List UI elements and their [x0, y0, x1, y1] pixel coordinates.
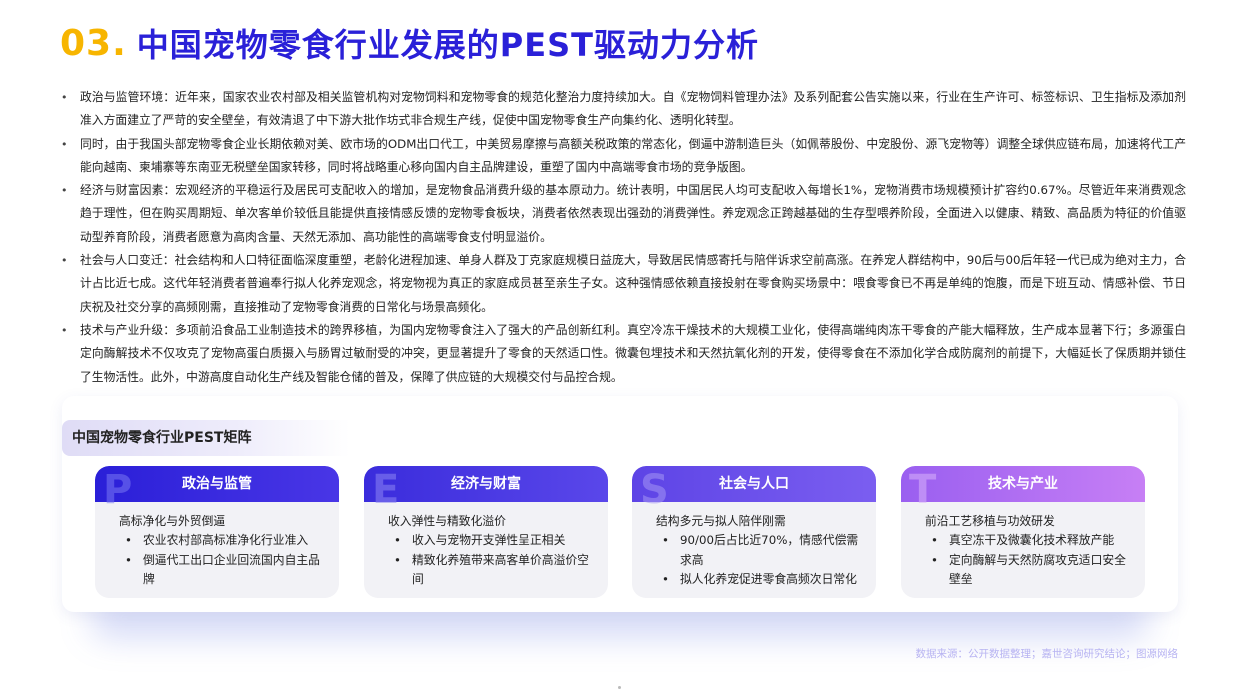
- bullet-technology: • 技术与产业升级：多项前沿食品工业制造技术的跨界移植，为国内宠物零食注入了强大的…: [60, 319, 1186, 389]
- card-item-text: 真空冻干及微囊化技术释放产能: [949, 533, 1115, 547]
- bullet-dot-icon: •: [61, 254, 68, 268]
- card-item-list: • 农业农村部高标准净化行业准入 • 倒逼代工出口企业回流国内自主品牌: [119, 531, 327, 590]
- card-title: 社会与人口: [719, 476, 789, 492]
- card-header: T 技术与产业: [901, 466, 1145, 510]
- page-indicator: [618, 686, 621, 689]
- card-subtitle: 收入弹性与精致化溢价: [388, 514, 506, 528]
- card-item-text: 90/00后占比近70%，情感代偿需求高: [680, 533, 859, 567]
- card-item: • 真空冻干及微囊化技术释放产能: [925, 531, 1133, 551]
- bullet-dot-icon: •: [125, 552, 132, 567]
- card-header: S 社会与人口: [632, 466, 876, 510]
- bullet-dot-icon: •: [931, 552, 938, 567]
- card-item-text: 收入与宠物开支弹性呈正相关: [412, 533, 566, 547]
- bullet-society: • 社会与人口变迁：社会结构和人口特征面临深度重塑，老龄化进程加速、单身人群及丁克…: [60, 249, 1186, 319]
- card-item-list: • 90/00后占比近70%，情感代偿需求高 • 拟人化养宠促进零食高频次日常化: [656, 531, 864, 590]
- bullet-dot-icon: •: [125, 533, 132, 547]
- bullet-text: 政治与监管环境：近年来，国家农业农村部及相关监管机构对宠物饲料和宠物零食的规范化…: [80, 90, 1186, 128]
- card-item-text: 定向酶解与天然防腐攻克适口安全壁垒: [949, 552, 1126, 587]
- card-item-text: 农业农村部高标准净化行业准入: [143, 533, 309, 547]
- bullet-dot-icon: •: [662, 572, 669, 586]
- section-number: 03.: [60, 22, 127, 64]
- bullet-dot-icon: •: [394, 552, 401, 567]
- pest-card-economic: E 经济与财富 收入弹性与精致化溢价 • 收入与宠物开支弹性呈正相关 • 精致化养殖…: [364, 466, 608, 598]
- card-item: • 精致化养殖带来高客单价高溢价空间: [388, 551, 596, 590]
- data-source-note: 数据来源：公开数据整理；嘉世咨询研究结论；图源网络: [915, 648, 1179, 660]
- card-header: E 经济与财富: [364, 466, 608, 510]
- analysis-bullet-list: • 政治与监管环境：近年来，国家农业农村部及相关监管机构对宠物饲料和宠物零食的规范…: [60, 86, 1186, 389]
- card-title: 经济与财富: [451, 476, 521, 492]
- card-item-text: 倒逼代工出口企业回流国内自主品牌: [143, 552, 320, 587]
- pest-card-political: P 政治与监管 高标净化与外贸倒逼 • 农业农村部高标准净化行业准入 • 倒逼代工出…: [95, 466, 339, 598]
- title-text: 中国宠物零食行业发展的PEST驱动力分析: [136, 26, 759, 64]
- bullet-trade: • 同时，由于我国头部宠物零食企业长期依赖对美、欧市场的ODM出口代工，中美贸易摩…: [60, 133, 1186, 180]
- card-subtitle: 前沿工艺移植与功效研发: [925, 514, 1055, 528]
- bullet-dot-icon: •: [394, 533, 401, 547]
- bullet-dot-icon: •: [662, 533, 669, 547]
- bullet-text: 社会与人口变迁：社会结构和人口特征面临深度重塑，老龄化进程加速、单身人群及丁克家…: [80, 253, 1186, 314]
- bullet-dot-icon: •: [61, 184, 68, 198]
- card-item-list: • 收入与宠物开支弹性呈正相关 • 精致化养殖带来高客单价高溢价空间: [388, 531, 596, 590]
- card-item: • 90/00后占比近70%，情感代偿需求高: [656, 531, 864, 570]
- card-header: P 政治与监管: [95, 466, 339, 510]
- bullet-economy: • 经济与财富因素：宏观经济的平稳运行及居民可支配收入的增加，是宠物食品消费升级的…: [60, 179, 1186, 249]
- card-item: • 拟人化养宠促进零食高频次日常化: [656, 570, 864, 590]
- bullet-text: 经济与财富因素：宏观经济的平稳运行及居民可支配收入的增加，是宠物食品消费升级的基…: [80, 183, 1186, 244]
- card-title: 技术与产业: [988, 476, 1058, 492]
- card-subtitle: 高标净化与外贸倒逼: [119, 514, 226, 528]
- bullet-politics: • 政治与监管环境：近年来，国家农业农村部及相关监管机构对宠物饲料和宠物零食的规范…: [60, 86, 1186, 133]
- card-item: • 农业农村部高标准净化行业准入: [119, 531, 327, 551]
- card-subtitle: 结构多元与拟人陪伴刚需: [656, 514, 786, 528]
- card-item-text: 精致化养殖带来高客单价高溢价空间: [412, 552, 589, 587]
- bullet-dot-icon: •: [931, 533, 938, 547]
- card-title: 政治与监管: [182, 476, 252, 492]
- card-item: • 收入与宠物开支弹性呈正相关: [388, 531, 596, 551]
- bullet-dot-icon: •: [61, 323, 68, 337]
- bullet-text: 同时，由于我国头部宠物零食企业长期依赖对美、欧市场的ODM出口代工，中美贸易摩擦…: [80, 136, 1186, 174]
- bullet-dot-icon: •: [61, 91, 68, 104]
- card-item: • 倒逼代工出口企业回流国内自主品牌: [119, 551, 327, 590]
- matrix-title: 中国宠物零食行业PEST矩阵: [62, 420, 350, 456]
- bullet-text: 技术与产业升级：多项前沿食品工业制造技术的跨界移植，为国内宠物零食注入了强大的产…: [80, 322, 1186, 384]
- card-item: • 定向酶解与天然防腐攻克适口安全壁垒: [925, 551, 1133, 590]
- page-title: 03. 中国宠物零食行业发展的PEST驱动力分析: [60, 18, 759, 68]
- pest-card-social: S 社会与人口 结构多元与拟人陪伴刚需 • 90/00后占比近70%，情感代偿需求…: [632, 466, 876, 598]
- card-item-text: 拟人化养宠促进零食高频次日常化: [680, 572, 857, 586]
- card-item-list: • 真空冻干及微囊化技术释放产能 • 定向酶解与天然防腐攻克适口安全壁垒: [925, 531, 1133, 590]
- bullet-dot-icon: •: [61, 137, 68, 151]
- pest-card-technological: T 技术与产业 前沿工艺移植与功效研发 • 真空冻干及微囊化技术释放产能 • 定向酶…: [901, 466, 1145, 598]
